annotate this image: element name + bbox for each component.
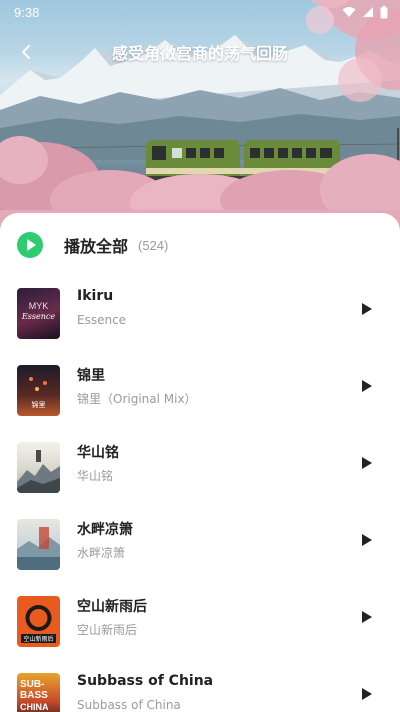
album-cover: 锦里 bbox=[17, 365, 60, 416]
album-cover: 空山新雨后 bbox=[17, 596, 60, 647]
play-icon bbox=[362, 303, 372, 315]
play-button[interactable] bbox=[356, 683, 378, 705]
song-title: 空山新雨后 bbox=[77, 599, 147, 615]
play-circle-icon[interactable] bbox=[16, 231, 44, 259]
play-icon bbox=[362, 457, 372, 469]
wifi-icon bbox=[342, 7, 356, 17]
song-title: Subbass of China bbox=[77, 673, 214, 689]
title-bar: 感受角徵宫商的荡气回肠 bbox=[0, 36, 400, 68]
play-icon bbox=[362, 380, 372, 392]
cover-text: 空山新雨后 bbox=[23, 635, 53, 643]
play-icon bbox=[362, 611, 372, 623]
status-time: 9:38 bbox=[14, 4, 40, 20]
song-row[interactable]: 华山铭 华山铭 bbox=[0, 434, 400, 500]
cover-text: 锦里 bbox=[32, 400, 46, 409]
play-button[interactable] bbox=[356, 529, 378, 551]
song-artist: 空山新雨后 bbox=[77, 623, 138, 637]
song-title: 水畔凉箫 bbox=[77, 522, 133, 538]
song-row[interactable]: 锦里 锦里 锦里（Original Mix） bbox=[0, 357, 400, 423]
status-bar: 9:38 bbox=[0, 0, 400, 24]
album-cover: SUB- BASS CHINA bbox=[17, 673, 60, 712]
status-icons bbox=[342, 5, 388, 19]
play-icon bbox=[362, 534, 372, 546]
song-title: 锦里 bbox=[77, 368, 105, 384]
play-all-label: 播放全部 bbox=[64, 237, 129, 256]
song-row[interactable]: SUB- BASS CHINA Subbass of China Subbass… bbox=[0, 665, 400, 712]
play-button[interactable] bbox=[356, 606, 378, 628]
play-button[interactable] bbox=[356, 452, 378, 474]
cover-text: Essence bbox=[21, 312, 55, 321]
play-all-button[interactable]: 播放全部 (524) bbox=[16, 230, 168, 260]
cover-text-top: SUB- bbox=[20, 679, 44, 690]
song-row[interactable]: MYK Essence Ikiru Essence bbox=[0, 280, 400, 346]
page-title: 感受角徵宫商的荡气回肠 bbox=[111, 44, 288, 63]
play-icon bbox=[362, 688, 372, 700]
cover-text: CHINA bbox=[20, 702, 49, 712]
battery-icon bbox=[380, 5, 388, 18]
song-title: Ikiru bbox=[77, 288, 114, 304]
playlist-sheet: 播放全部 (524) MYK Essence Ikiru Essence 锦里 … bbox=[0, 213, 400, 712]
cover-text-mid: BASS bbox=[20, 690, 48, 701]
song-artist: Essence bbox=[77, 313, 127, 327]
album-cover bbox=[17, 442, 60, 493]
album-cover bbox=[17, 519, 60, 570]
signal-icon bbox=[363, 7, 373, 17]
song-title: 华山铭 bbox=[77, 445, 119, 461]
song-artist: 锦里（Original Mix） bbox=[77, 392, 197, 406]
song-artist: 华山铭 bbox=[77, 469, 114, 483]
play-button[interactable] bbox=[356, 298, 378, 320]
song-row[interactable]: 空山新雨后 空山新雨后 空山新雨后 bbox=[0, 588, 400, 654]
cover-text-top: MYK bbox=[29, 301, 49, 311]
play-all-count: (524) bbox=[138, 237, 169, 253]
song-artist: Subbass of China bbox=[77, 698, 181, 712]
album-cover: MYK Essence bbox=[17, 288, 60, 339]
song-artist: 水畔凉箫 bbox=[77, 546, 126, 560]
song-row[interactable]: 水畔凉箫 水畔凉箫 bbox=[0, 511, 400, 577]
play-button[interactable] bbox=[356, 375, 378, 397]
